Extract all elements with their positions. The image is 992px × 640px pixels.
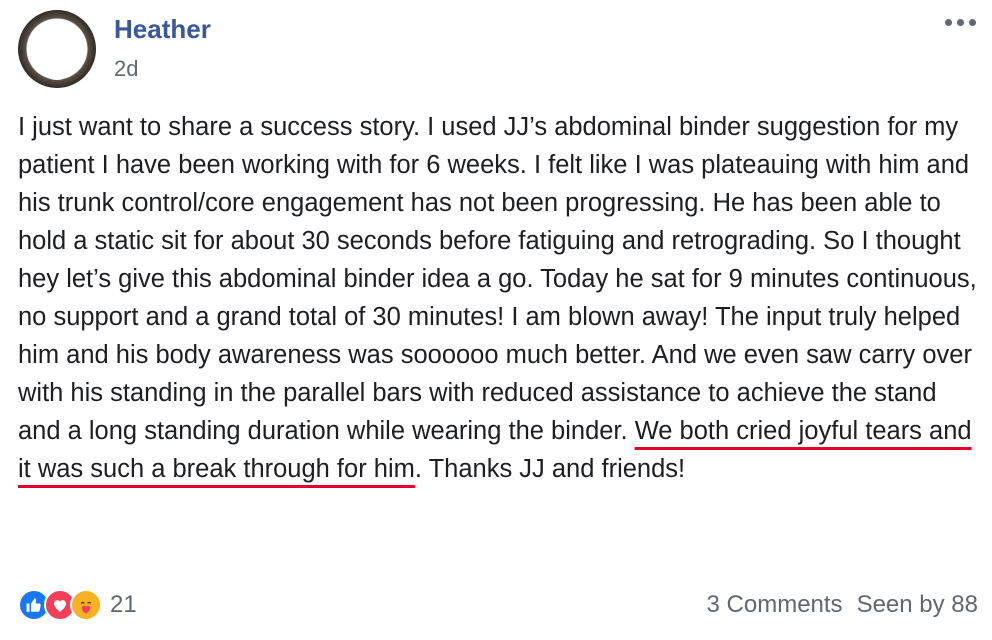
post-footer: 21 3 Comments Seen by 88: [18, 585, 978, 625]
avatar-face: [34, 20, 80, 80]
post-body: I just want to share a success story. I …: [18, 108, 978, 488]
post-text-before: I just want to share a success story. I …: [18, 113, 977, 445]
avatar[interactable]: [18, 10, 96, 88]
seen-by-link[interactable]: Seen by 88: [857, 591, 978, 619]
comments-count-link[interactable]: 3 Comments: [707, 591, 843, 619]
more-options-icon[interactable]: [940, 12, 980, 32]
author-name[interactable]: Heather: [114, 14, 211, 45]
post-text-after: . Thanks JJ and friends!: [414, 455, 686, 483]
reaction-count: 21: [110, 591, 137, 618]
post-timestamp[interactable]: 2d: [114, 56, 138, 82]
post-stats: 3 Comments Seen by 88: [707, 591, 978, 619]
care-icon: [70, 589, 102, 621]
reactions-summary[interactable]: 21: [18, 589, 137, 621]
